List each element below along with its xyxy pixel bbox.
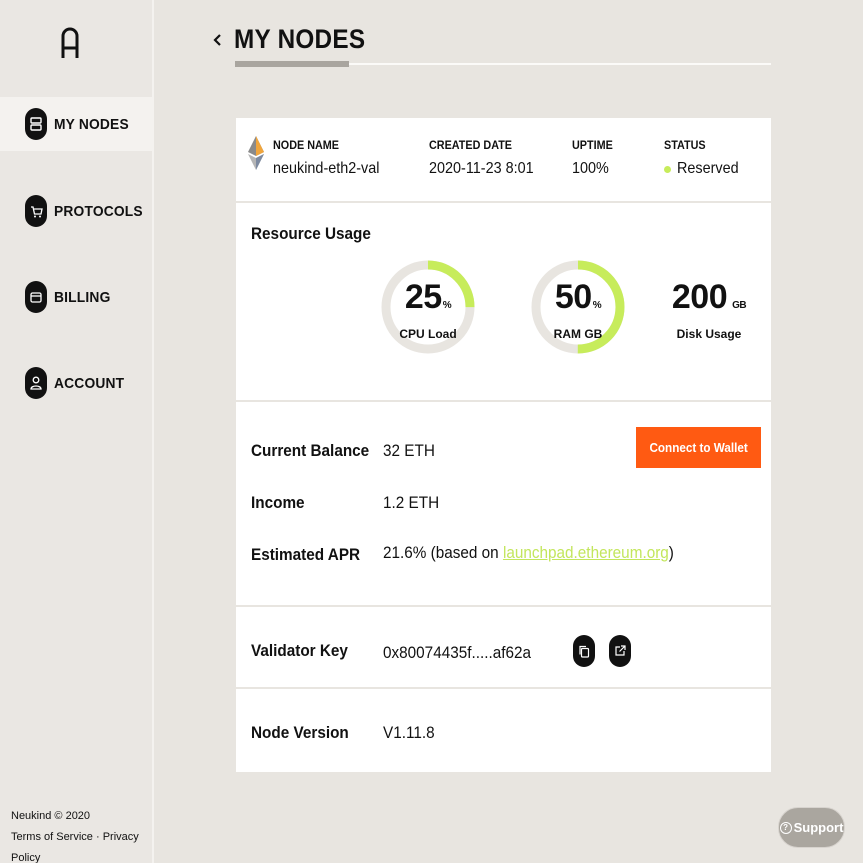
launchpad-link[interactable]: launchpad.ethereum.org [503, 543, 669, 562]
disk-value: 200 [671, 278, 728, 316]
resource-usage-title: Resource Usage [251, 224, 371, 243]
sidebar-item-label: PROTOCOLS [54, 202, 143, 220]
ram-unit: % [592, 300, 602, 311]
created-date-header: CREATED DATE [429, 138, 513, 152]
node-version-value: V1.11.8 [383, 723, 435, 742]
connect-wallet-label: Connect to Wallet [649, 440, 748, 455]
terms-link[interactable]: Terms of Service [11, 831, 93, 843]
server-icon [25, 108, 47, 140]
divider [236, 605, 771, 607]
sidebar-item-protocols[interactable]: PROTOCOLS [0, 184, 154, 238]
node-name-value: neukind-eth2-val [273, 160, 380, 177]
title-underline [235, 61, 349, 67]
validator-key-value: 0x80074435f.....af62a [383, 643, 532, 662]
cpu-gauge-value: 25% [380, 278, 476, 317]
node-card: NODE NAME neukind-eth2-val CREATED DATE … [236, 118, 771, 772]
ram-gauge: 50% RAM GB [530, 236, 626, 378]
income-label: Income [251, 493, 305, 512]
uptime-value: 100% [572, 160, 609, 177]
node-version-label: Node Version [251, 723, 349, 742]
ethereum-icon [248, 136, 264, 170]
question-icon: ? [779, 821, 792, 834]
user-icon [25, 367, 47, 399]
status-dot [664, 166, 671, 173]
sidebar-item-label: BILLING [54, 288, 111, 306]
copyright: Neukind © 2020 [11, 810, 91, 822]
estimated-apr-label: Estimated APR [251, 545, 361, 564]
income-value: 1.2 ETH [383, 493, 440, 512]
external-link-icon[interactable] [609, 635, 631, 667]
chevron-left-icon[interactable] [210, 28, 224, 52]
disk-usage: 200 GB Disk Usage [661, 236, 757, 378]
created-date-value: 2020-11-23 8:01 [429, 160, 534, 177]
sidebar-footer: Neukind © 2020 Terms of Service · Privac… [11, 806, 152, 863]
status-header: STATUS [664, 138, 706, 152]
disk-unit: GB [732, 300, 747, 311]
cpu-gauge: 25% CPU Load [380, 236, 476, 378]
connect-wallet-button[interactable]: Connect to Wallet [636, 427, 761, 468]
cpu-value: 25 [404, 278, 442, 316]
page-title: MY NODES [234, 24, 366, 54]
estimated-apr-value: 21.6% (based on launchpad.ethereum.org) [383, 543, 674, 563]
divider [236, 400, 771, 402]
cpu-caption: CPU Load [399, 327, 457, 341]
disk-caption: Disk Usage [676, 327, 742, 341]
current-balance-label: Current Balance [251, 441, 370, 460]
sidebar: MY NODES PROTOCOLS BILLING ACCOUNT Neuki… [0, 0, 154, 863]
ram-value: 50 [554, 278, 592, 316]
neukind-logo [61, 27, 79, 58]
apr-suffix: ) [668, 543, 674, 562]
sidebar-item-my-nodes[interactable]: MY NODES [0, 97, 154, 151]
apr-prefix: 21.6% (based on [383, 543, 503, 562]
divider [236, 687, 771, 689]
sidebar-item-label: MY NODES [54, 115, 129, 133]
support-button[interactable]: ? Support [778, 807, 845, 848]
status-badge: Reserved [677, 160, 739, 177]
uptime-header: UPTIME [572, 138, 613, 152]
support-label: Support [793, 820, 844, 835]
cpu-unit: % [442, 300, 452, 311]
sidebar-item-label: ACCOUNT [54, 374, 125, 392]
footer-separator: · [95, 831, 100, 843]
cart-icon [25, 195, 47, 227]
disk-gauge-value: 200 GB [661, 278, 757, 317]
copy-icon[interactable] [573, 635, 595, 667]
validator-key-label: Validator Key [251, 641, 348, 660]
node-name-header: NODE NAME [273, 138, 340, 152]
page-header: MY NODES [210, 24, 380, 55]
ram-caption: RAM GB [553, 327, 603, 341]
divider [236, 201, 771, 203]
sidebar-item-billing[interactable]: BILLING [0, 270, 154, 324]
current-balance-value: 32 ETH [383, 441, 435, 460]
ram-gauge-value: 50% [530, 278, 626, 317]
sidebar-item-account[interactable]: ACCOUNT [0, 356, 154, 410]
wallet-icon [25, 281, 47, 313]
